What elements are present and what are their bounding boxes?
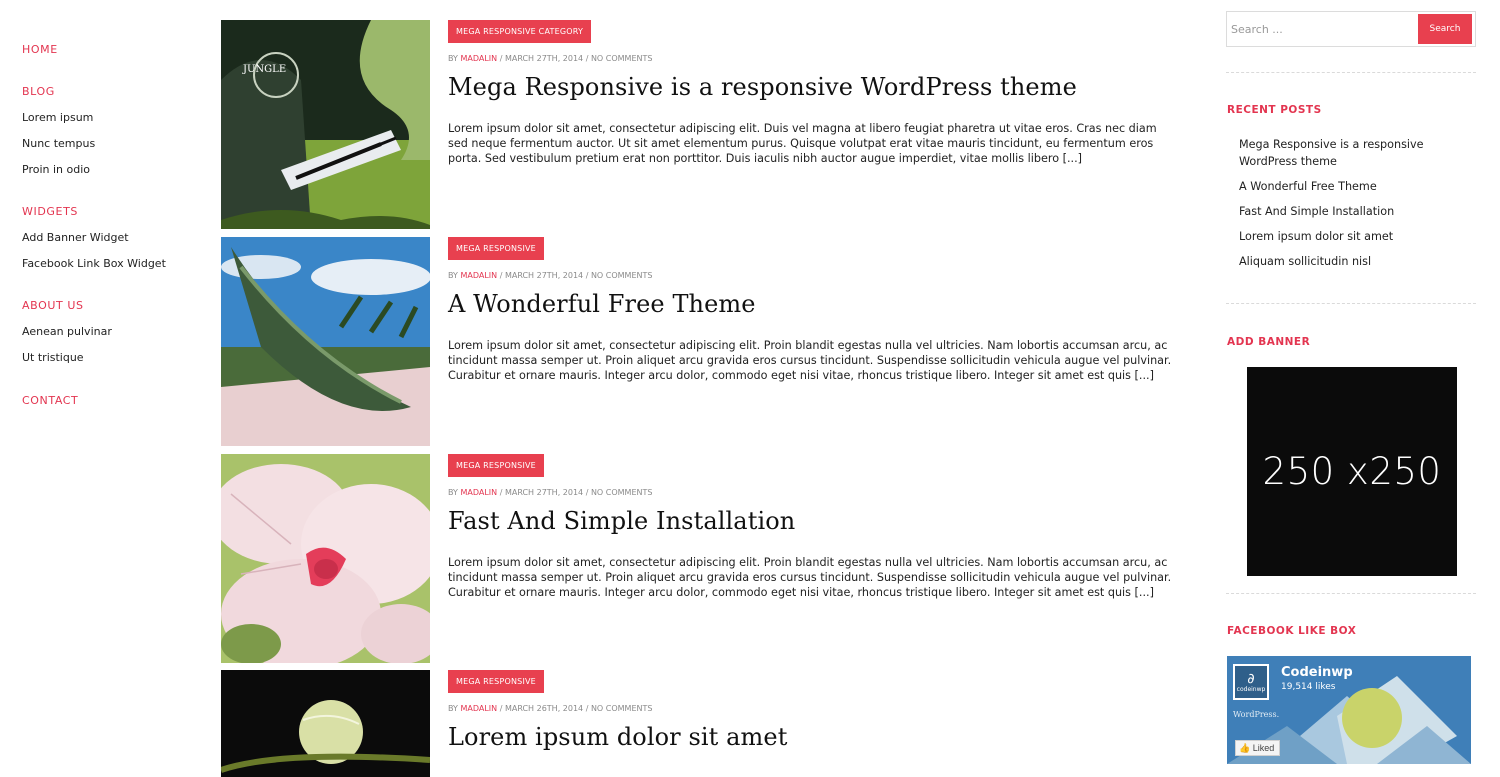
- nav-about-item[interactable]: Ut tristique: [22, 351, 84, 364]
- author-link[interactable]: MADALIN: [460, 704, 497, 713]
- post-card: JUNGLE MEGA RESPONSIVE CATEGORY BY MADAL…: [221, 20, 1191, 230]
- comments-link[interactable]: NO COMMENTS: [591, 488, 653, 497]
- meta-date: / MARCH 27TH, 2014 /: [497, 271, 591, 280]
- category-badge[interactable]: MEGA RESPONSIVE: [448, 670, 544, 693]
- post-card: MEGA RESPONSIVE BY MADALIN / MARCH 27TH,…: [221, 237, 1191, 447]
- sidebar-divider: [1226, 303, 1476, 304]
- post-meta: BY MADALIN / MARCH 26TH, 2014 / NO COMME…: [448, 704, 652, 713]
- thumbnail-image: [221, 237, 430, 446]
- facebook-page-logo[interactable]: ∂ codeinwp: [1233, 664, 1269, 700]
- nav-about[interactable]: ABOUT US: [22, 299, 84, 312]
- post-meta: BY MADALIN / MARCH 27TH, 2014 / NO COMME…: [448, 488, 652, 497]
- facebook-like-box-title: FACEBOOK LIKE BOX: [1227, 625, 1357, 637]
- meta-by: BY: [448, 704, 458, 713]
- search-button[interactable]: Search: [1418, 14, 1472, 44]
- search-form: Search: [1226, 11, 1476, 47]
- meta-by: BY: [448, 271, 458, 280]
- category-badge[interactable]: MEGA RESPONSIVE CATEGORY: [448, 20, 592, 43]
- meta-date: / MARCH 27TH, 2014 /: [497, 488, 591, 497]
- meta-by: BY: [448, 488, 458, 497]
- banner-label: 250 x250: [1262, 450, 1442, 493]
- recent-posts-list: Mega Responsive is a responsive WordPres…: [1239, 136, 1469, 278]
- post-thumbnail[interactable]: [221, 454, 430, 663]
- nav-about-item[interactable]: Aenean pulvinar: [22, 325, 112, 338]
- nav-widget-item[interactable]: Add Banner Widget: [22, 231, 129, 244]
- nav-home[interactable]: HOME: [22, 43, 58, 56]
- meta-by: BY: [448, 54, 458, 63]
- recent-post-link[interactable]: Mega Responsive is a responsive WordPres…: [1239, 138, 1424, 168]
- facebook-liked-button[interactable]: 👍 Liked: [1235, 740, 1281, 756]
- nav-contact[interactable]: CONTACT: [22, 394, 78, 407]
- category-badge[interactable]: MEGA RESPONSIVE: [448, 237, 544, 260]
- comments-link[interactable]: NO COMMENTS: [591, 704, 653, 713]
- post-excerpt: Lorem ipsum dolor sit amet, consectetur …: [448, 556, 1172, 599]
- recent-post-link[interactable]: Fast And Simple Installation: [1239, 205, 1394, 218]
- recent-post-link[interactable]: A Wonderful Free Theme: [1239, 180, 1377, 193]
- recent-posts-title: RECENT POSTS: [1227, 104, 1322, 116]
- thumbnail-image: [221, 454, 430, 663]
- post-meta: BY MADALIN / MARCH 27TH, 2014 / NO COMME…: [448, 271, 652, 280]
- search-input[interactable]: [1228, 13, 1418, 45]
- post-title[interactable]: Lorem ipsum dolor sit amet: [448, 723, 787, 751]
- meta-date: / MARCH 26TH, 2014 /: [497, 704, 591, 713]
- thumbs-up-icon: 👍: [1239, 743, 1253, 753]
- nav-blog-item[interactable]: Proin in odio: [22, 163, 90, 176]
- category-badge[interactable]: MEGA RESPONSIVE: [448, 454, 544, 477]
- post-title[interactable]: Fast And Simple Installation: [448, 507, 795, 535]
- facebook-like-box[interactable]: ∂ codeinwp Codeinwp 19,514 likes WordPre…: [1227, 656, 1471, 764]
- post-title[interactable]: Mega Responsive is a responsive WordPres…: [448, 73, 1077, 101]
- comments-link[interactable]: NO COMMENTS: [591, 271, 653, 280]
- post-thumbnail[interactable]: JUNGLE: [221, 20, 430, 229]
- thumbnail-text: JUNGLE: [242, 64, 286, 75]
- author-link[interactable]: MADALIN: [460, 271, 497, 280]
- banner-ad[interactable]: 250 x250: [1247, 367, 1457, 576]
- post-excerpt: Lorem ipsum dolor sit amet, consectetur …: [448, 339, 1172, 382]
- nav-blog[interactable]: BLOG: [22, 85, 55, 98]
- recent-post-link[interactable]: Aliquam sollicitudin nisl: [1239, 255, 1371, 268]
- nav-widget-item[interactable]: Facebook Link Box Widget: [22, 257, 166, 270]
- facebook-logo-text: codeinwp: [1236, 685, 1266, 693]
- meta-date: / MARCH 27TH, 2014 /: [497, 54, 591, 63]
- post-thumbnail[interactable]: [221, 670, 430, 777]
- facebook-likes-count: 19,514 likes: [1281, 682, 1336, 692]
- sidebar-divider: [1226, 593, 1476, 594]
- post-thumbnail[interactable]: [221, 237, 430, 446]
- facebook-cover-caption: WordPress.: [1233, 710, 1280, 719]
- post-card: MEGA RESPONSIVE BY MADALIN / MARCH 27TH,…: [221, 454, 1191, 664]
- nav-widgets[interactable]: WIDGETS: [22, 205, 78, 218]
- add-banner-title: ADD BANNER: [1227, 336, 1311, 348]
- author-link[interactable]: MADALIN: [460, 488, 497, 497]
- nav-blog-item[interactable]: Nunc tempus: [22, 137, 95, 150]
- thumbnail-image: [221, 670, 430, 777]
- facebook-liked-label: Liked: [1252, 743, 1275, 753]
- sidebar-divider: [1226, 72, 1476, 73]
- post-title[interactable]: A Wonderful Free Theme: [448, 290, 756, 318]
- thumbnail-image: JUNGLE: [221, 20, 430, 229]
- facebook-page-name[interactable]: Codeinwp: [1281, 665, 1353, 680]
- codeinwp-logo-icon: ∂: [1247, 670, 1255, 687]
- post-meta: BY MADALIN / MARCH 27TH, 2014 / NO COMME…: [448, 54, 652, 63]
- post-card: MEGA RESPONSIVE BY MADALIN / MARCH 26TH,…: [221, 670, 1191, 777]
- comments-link[interactable]: NO COMMENTS: [591, 54, 653, 63]
- post-excerpt: Lorem ipsum dolor sit amet, consectetur …: [448, 122, 1157, 165]
- recent-post-link[interactable]: Lorem ipsum dolor sit amet: [1239, 230, 1393, 243]
- author-link[interactable]: MADALIN: [460, 54, 497, 63]
- nav-blog-item[interactable]: Lorem ipsum: [22, 111, 93, 124]
